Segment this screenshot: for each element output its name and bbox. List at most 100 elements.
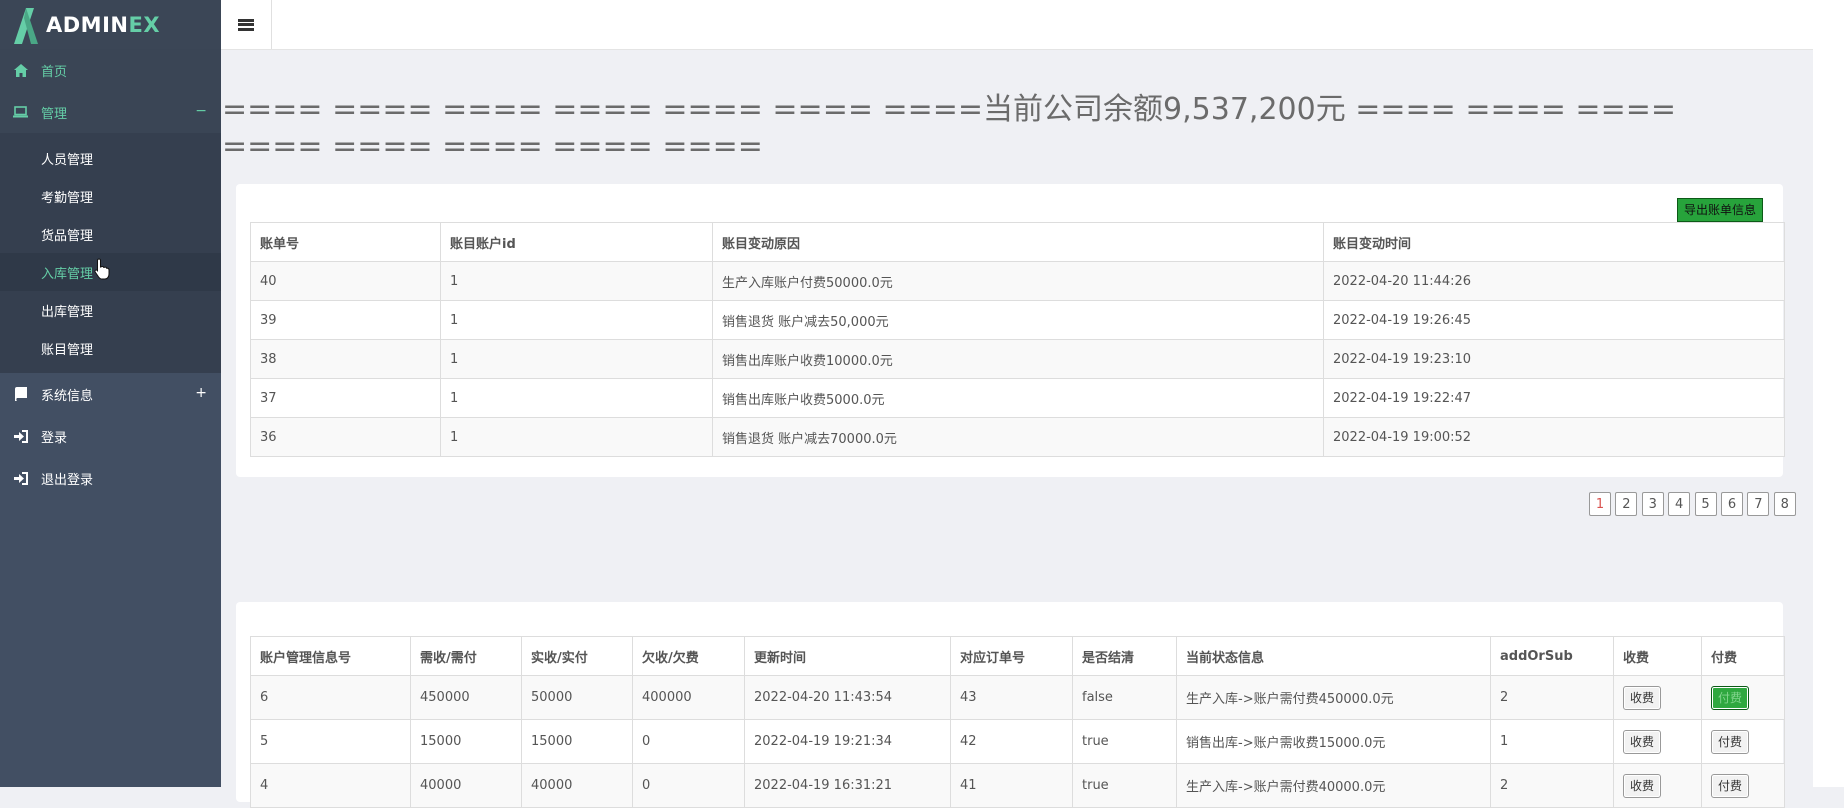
table-row: 36 1 销售退货 账户减去70000.0元 2022-04-19 19:00:52	[250, 417, 1785, 457]
cell: 41	[950, 763, 1073, 808]
bill-table: 账单号 账目账户id 账目变动原因 账目变动时间 40 1 生产入库账户付费5000…	[250, 222, 1785, 457]
sidebar-item-login[interactable]: 登录	[0, 415, 221, 457]
pay-button[interactable]: 付费	[1711, 685, 1750, 710]
cell: 1	[440, 339, 713, 379]
page-button-6[interactable]: 6	[1720, 492, 1743, 516]
cell: 0	[632, 763, 745, 808]
sidebar-item-system[interactable]: 系统信息 +	[0, 373, 221, 415]
sidebar-nav-lower: 系统信息 + 登录 退出登录	[0, 373, 221, 499]
cell: 付费	[1701, 675, 1785, 720]
page-button-5[interactable]: 5	[1694, 492, 1717, 516]
page-button-8[interactable]: 8	[1773, 492, 1796, 516]
cell: 2022-04-19 19:26:45	[1323, 300, 1785, 340]
cell: 付费	[1701, 763, 1785, 808]
sidebar-item-label: 系统信息	[41, 388, 94, 404]
page-edge	[1813, 0, 1844, 787]
cell: 生产入库->账户需付费40000.0元	[1176, 763, 1491, 808]
cell: 2022-04-19 19:23:10	[1323, 339, 1785, 379]
cell: 销售出库账户收费5000.0元	[712, 378, 1324, 418]
cell: 1	[1490, 719, 1614, 764]
charge-button[interactable]: 收费	[1623, 773, 1662, 798]
column-header: 欠收/欠费	[632, 636, 745, 676]
column-header: 账单号	[250, 222, 441, 262]
cell: 2022-04-20 11:44:26	[1323, 261, 1785, 301]
page-button-7[interactable]: 7	[1747, 492, 1770, 516]
column-header: 实收/实付	[521, 636, 633, 676]
cell: 39	[250, 300, 441, 340]
sidebar-subitem-stock-in[interactable]: 入库管理	[0, 253, 221, 291]
sidebar-item-logout[interactable]: 退出登录	[0, 457, 221, 499]
cell: 50000	[521, 675, 633, 720]
column-header: 账目账户id	[440, 222, 713, 262]
cell: 2	[1490, 763, 1614, 808]
collapse-icon[interactable]: −	[195, 103, 207, 119]
column-header: 账目变动原因	[712, 222, 1324, 262]
table-row: 37 1 销售出库账户收费5000.0元 2022-04-19 19:22:47	[250, 378, 1785, 418]
page-button-4[interactable]: 4	[1668, 492, 1691, 516]
table-header-row: 账户管理信息号 需收/需付 实收/实付 欠收/欠费 更新时间 对应订单号 是否结…	[250, 636, 1785, 676]
cell: 5	[250, 719, 411, 764]
cell: 40	[250, 261, 441, 301]
cell: 1	[440, 261, 713, 301]
top-header	[221, 0, 1813, 50]
cell: 4	[250, 763, 411, 808]
column-header: 更新时间	[744, 636, 951, 676]
column-header: 账目变动时间	[1323, 222, 1785, 262]
cell: 生产入库账户付费50000.0元	[712, 261, 1324, 301]
table-row: 6 450000 50000 400000 2022-04-20 11:43:5…	[250, 675, 1785, 720]
sidebar-subitem-goods[interactable]: 货品管理	[0, 215, 221, 253]
sidebar-subitem-staff[interactable]: 人员管理	[0, 139, 221, 177]
cell: 15000	[521, 719, 633, 764]
column-header: 账户管理信息号	[250, 636, 411, 676]
hand-cursor-icon	[94, 258, 110, 280]
charge-button[interactable]: 收费	[1623, 685, 1662, 710]
cell: 2022-04-19 16:31:21	[744, 763, 951, 808]
cell: 销售退货 账户减去70000.0元	[712, 417, 1324, 457]
page-button-3[interactable]: 3	[1641, 492, 1664, 516]
cell: 生产入库->账户需付费450000.0元	[1176, 675, 1491, 720]
sidebar-subitem-stock-out[interactable]: 出库管理	[0, 291, 221, 329]
column-header: 当前状态信息	[1176, 636, 1491, 676]
cell: 6	[250, 675, 411, 720]
company-balance-title: ==== ==== ==== ==== ==== ==== ====当前公司余额…	[222, 92, 1676, 164]
table-row: 5 15000 15000 0 2022-04-19 19:21:34 42 t…	[250, 719, 1785, 764]
export-bill-button[interactable]: 导出账单信息	[1676, 198, 1763, 222]
page-button-2[interactable]: 2	[1615, 492, 1638, 516]
table-row: 38 1 销售出库账户收费10000.0元 2022-04-19 19:23:10	[250, 339, 1785, 379]
cell: 42	[950, 719, 1073, 764]
logo-icon	[14, 7, 38, 44]
sidebar-item-label: 登录	[41, 430, 68, 446]
sidebar-nav: 首页 管理 −	[0, 49, 221, 133]
sign-in-icon	[13, 429, 28, 444]
cell: 43	[950, 675, 1073, 720]
cell: 收费	[1613, 675, 1702, 720]
column-header: 付费	[1701, 636, 1785, 676]
column-header: 对应订单号	[950, 636, 1073, 676]
account-table: 账户管理信息号 需收/需付 实收/实付 欠收/欠费 更新时间 对应订单号 是否结…	[250, 636, 1785, 808]
charge-button[interactable]: 收费	[1623, 729, 1662, 754]
sidebar-item-label: 管理	[41, 106, 68, 122]
logo[interactable]: ADMINEX	[0, 0, 221, 49]
cell: 38	[250, 339, 441, 379]
sidebar: ADMINEX 首页 管理 − 人员管理 考勤管理 货品管理 入库管理 出库管理…	[0, 0, 221, 787]
home-icon	[13, 63, 28, 78]
table-header-row: 账单号 账目账户id 账目变动原因 账目变动时间	[250, 222, 1785, 262]
account-panel: 账户管理信息号 需收/需付 实收/实付 欠收/欠费 更新时间 对应订单号 是否结…	[236, 602, 1785, 808]
sidebar-item-home[interactable]: 首页	[0, 49, 221, 91]
column-header: addOrSub	[1490, 636, 1614, 676]
sidebar-item-manage[interactable]: 管理 −	[0, 91, 221, 133]
cell: 1	[440, 378, 713, 418]
cell: false	[1072, 675, 1177, 720]
sidebar-subitem-accounts[interactable]: 账目管理	[0, 329, 221, 367]
sidebar-subitem-attendance[interactable]: 考勤管理	[0, 177, 221, 215]
pay-button[interactable]: 付费	[1711, 729, 1750, 754]
expand-icon[interactable]: +	[195, 385, 207, 401]
cell: 2022-04-20 11:43:54	[744, 675, 951, 720]
menu-toggle-icon[interactable]	[221, 0, 272, 49]
cell: 1	[440, 300, 713, 340]
page-button-1[interactable]: 1	[1589, 492, 1611, 516]
pay-button[interactable]: 付费	[1711, 773, 1750, 798]
cell: 收费	[1613, 719, 1702, 764]
cell: 销售出库账户收费10000.0元	[712, 339, 1324, 379]
cell: 收费	[1613, 763, 1702, 808]
